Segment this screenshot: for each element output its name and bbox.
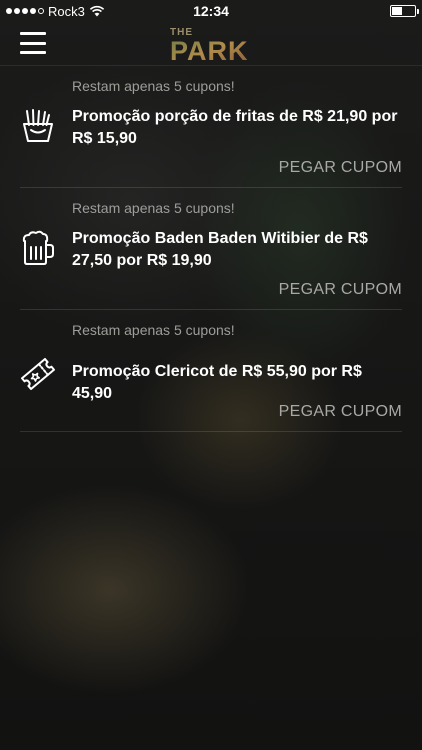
get-coupon-button[interactable]: PEGAR CUPOM xyxy=(279,159,402,177)
remaining-coupons-text: Restam apenas 5 cupons! xyxy=(72,78,235,94)
status-bar: Rock3 12:34 xyxy=(0,0,422,22)
fries-icon xyxy=(23,109,53,142)
coupon-title: Promoção Baden Baden Witibier de R$ 27,5… xyxy=(72,230,368,269)
get-coupon-button[interactable]: PEGAR CUPOM xyxy=(279,403,402,421)
coupon-item: Restam apenas 5 cupons! Promoção porção … xyxy=(20,66,402,188)
coupon-list: Restam apenas 5 cupons! Promoção porção … xyxy=(20,66,402,432)
the-park-logo: THE PARK xyxy=(168,24,254,66)
ticket-icon xyxy=(21,357,55,391)
remaining-coupons-text: Restam apenas 5 cupons! xyxy=(72,200,235,216)
hamburger-icon[interactable] xyxy=(20,30,46,56)
carrier-name: Rock3 xyxy=(48,3,85,19)
coupon-title: Promoção porção de fritas de R$ 21,90 po… xyxy=(72,108,398,147)
coupon-item: Restam apenas 5 cupons! Promoção Clerico… xyxy=(20,310,402,432)
svg-text:PARK: PARK xyxy=(170,36,249,64)
beer-mug-icon xyxy=(22,230,54,265)
coupon-item: Restam apenas 5 cupons! Promoção Baden B… xyxy=(20,188,402,310)
coupon-title: Promoção Clericot de R$ 55,90 por R$ 45,… xyxy=(72,363,362,402)
remaining-coupons-text: Restam apenas 5 cupons! xyxy=(72,322,235,338)
battery-icon xyxy=(390,5,419,17)
nav-bar: THE PARK xyxy=(0,22,422,66)
signal-strength xyxy=(6,8,44,14)
wifi-icon xyxy=(89,5,105,17)
get-coupon-button[interactable]: PEGAR CUPOM xyxy=(279,281,402,299)
